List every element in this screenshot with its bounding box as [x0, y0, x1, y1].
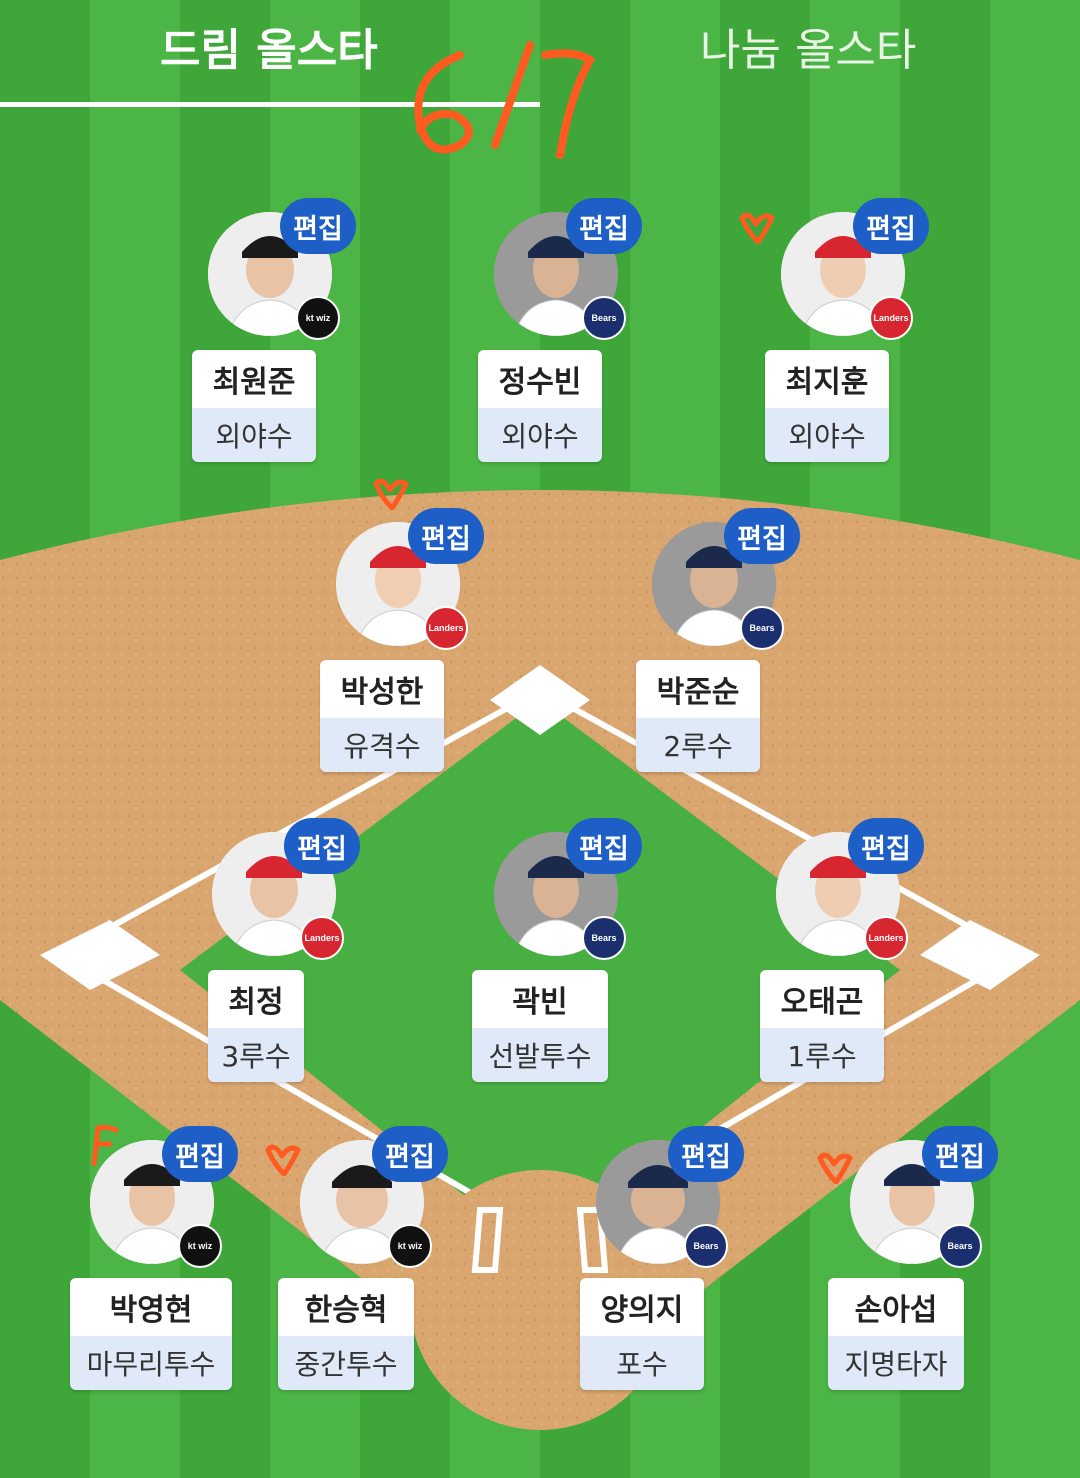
player-position: 외야수 — [765, 408, 889, 462]
edit-button[interactable]: 편집 — [566, 818, 642, 874]
player-position: 3루수 — [208, 1028, 304, 1082]
player-card-1b: Landers 편집 오태곤 1루수 — [760, 818, 924, 1092]
team-logo-landers-icon: Landers — [300, 916, 344, 960]
player-info[interactable]: 정수빈 외야수 — [478, 350, 602, 462]
player-name: 최지훈 — [765, 350, 889, 408]
player-name: 박영현 — [70, 1278, 232, 1336]
team-logo-kt-icon: kt wiz — [296, 296, 340, 340]
player-info[interactable]: 최지훈 외야수 — [765, 350, 889, 462]
player-card-sp: Bears 편집 곽빈 선발투수 — [472, 818, 642, 1092]
player-name: 박준순 — [636, 660, 760, 718]
player-name: 박성한 — [320, 660, 444, 718]
player-position: 중간투수 — [278, 1336, 414, 1390]
edit-button[interactable]: 편집 — [922, 1126, 998, 1182]
player-position: 외야수 — [192, 408, 316, 462]
edit-button[interactable]: 편집 — [566, 198, 642, 254]
team-logo-landers-icon: Landers — [864, 916, 908, 960]
player-position: 지명타자 — [828, 1336, 964, 1390]
player-info[interactable]: 한승혁 중간투수 — [278, 1278, 414, 1390]
tab-nanum-allstar[interactable]: 나눔 올스타 — [700, 14, 916, 78]
team-logo-kt-icon: kt wiz — [388, 1224, 432, 1268]
player-name: 오태곤 — [760, 970, 884, 1028]
player-name: 한승혁 — [278, 1278, 414, 1336]
player-name: 곽빈 — [472, 970, 608, 1028]
player-info[interactable]: 최정 3루수 — [208, 970, 304, 1082]
player-name: 최원준 — [192, 350, 316, 408]
player-info[interactable]: 양의지 포수 — [580, 1278, 704, 1390]
player-position: 포수 — [580, 1336, 704, 1390]
edit-button[interactable]: 편집 — [848, 818, 924, 874]
player-info[interactable]: 손아섭 지명타자 — [828, 1278, 964, 1390]
player-card-ss: Landers 편집 박성한 유격수 — [320, 508, 484, 782]
player-position: 2루수 — [636, 718, 760, 772]
player-position: 외야수 — [478, 408, 602, 462]
player-card-cf: Bears 편집 정수빈 외야수 — [478, 198, 642, 472]
player-position: 1루수 — [760, 1028, 884, 1082]
heart-annotation-icon — [265, 1144, 301, 1176]
heart-annotation-icon — [373, 478, 409, 510]
team-logo-bears-icon: Bears — [684, 1224, 728, 1268]
player-card-lf: kt wiz 편집 최원준 외야수 — [192, 198, 356, 472]
player-card-3b: Landers 편집 최정 3루수 — [196, 818, 360, 1092]
tab-dream-allstar[interactable]: 드림 올스타 — [160, 14, 378, 78]
edit-button[interactable]: 편집 — [724, 508, 800, 564]
edit-button[interactable]: 편집 — [372, 1126, 448, 1182]
edit-button[interactable]: 편집 — [853, 198, 929, 254]
player-name: 양의지 — [580, 1278, 704, 1336]
player-name: 손아섭 — [828, 1278, 964, 1336]
player-name: 정수빈 — [478, 350, 602, 408]
team-logo-landers-icon: Landers — [869, 296, 913, 340]
edit-button[interactable]: 편집 — [284, 818, 360, 874]
player-info[interactable]: 박준순 2루수 — [636, 660, 760, 772]
team-logo-bears-icon: Bears — [582, 296, 626, 340]
edit-button[interactable]: 편집 — [668, 1126, 744, 1182]
player-card-rp: kt wiz 편집 한승혁 중간투수 — [278, 1126, 448, 1400]
player-card-rf: Landers 편집 최지훈 외야수 — [765, 198, 929, 472]
team-logo-landers-icon: Landers — [424, 606, 468, 650]
heart-annotation-icon — [817, 1152, 853, 1184]
edit-button[interactable]: 편집 — [162, 1126, 238, 1182]
handwritten-date-annotation — [414, 41, 596, 159]
player-position: 유격수 — [320, 718, 444, 772]
player-info[interactable]: 오태곤 1루수 — [760, 970, 884, 1082]
player-name: 최정 — [208, 970, 304, 1028]
player-position: 선발투수 — [472, 1028, 608, 1082]
team-logo-bears-icon: Bears — [938, 1224, 982, 1268]
player-card-2b: Bears 편집 박준순 2루수 — [636, 508, 800, 782]
heart-annotation-icon — [739, 212, 775, 244]
team-logo-bears-icon: Bears — [582, 916, 626, 960]
edit-button[interactable]: 편집 — [280, 198, 356, 254]
player-position: 마무리투수 — [70, 1336, 232, 1390]
player-info[interactable]: 박영현 마무리투수 — [70, 1278, 232, 1390]
player-card-cl: kt wiz 편집 박영현 마무리투수 — [70, 1126, 238, 1400]
team-logo-kt-icon: kt wiz — [178, 1224, 222, 1268]
player-info[interactable]: 곽빈 선발투수 — [472, 970, 608, 1082]
player-info[interactable]: 박성한 유격수 — [320, 660, 444, 772]
edit-button[interactable]: 편집 — [408, 508, 484, 564]
player-card-dh: Bears 편집 손아섭 지명타자 — [828, 1126, 998, 1400]
letter-f-annotation-icon — [91, 1124, 119, 1166]
team-logo-bears-icon: Bears — [740, 606, 784, 650]
player-info[interactable]: 최원준 외야수 — [192, 350, 316, 462]
player-card-c: Bears 편집 양의지 포수 — [580, 1126, 744, 1400]
